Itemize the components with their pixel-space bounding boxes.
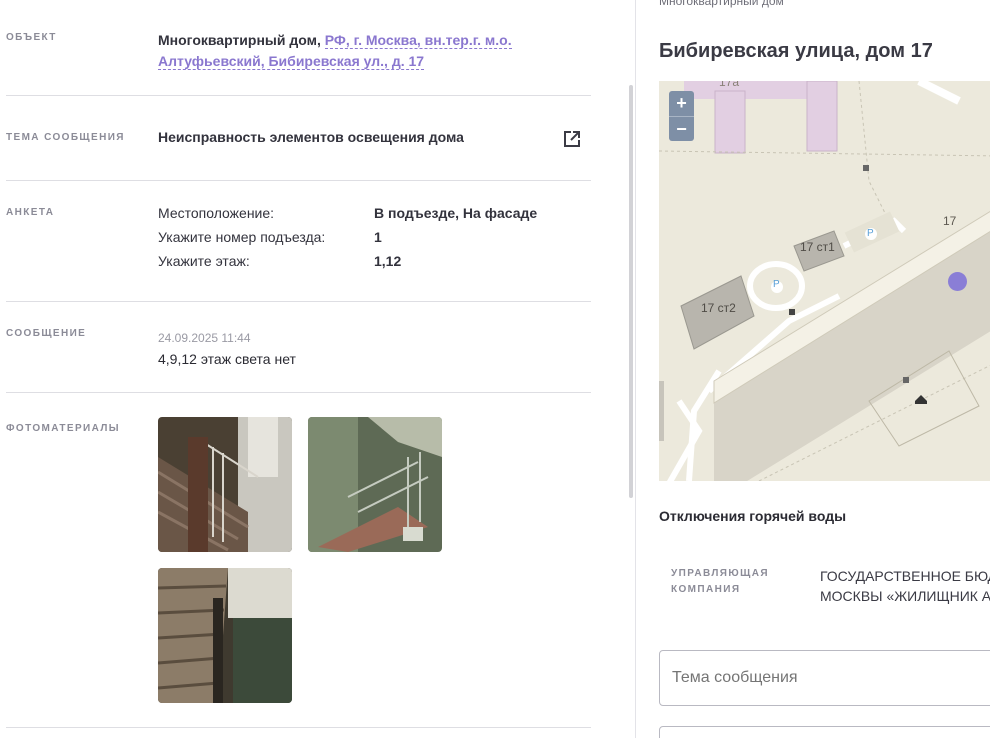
survey-value: В подъезде, На фасаде <box>374 205 538 221</box>
message-content: 24.09.2025 11:44 4,9,12 этаж света нет <box>158 328 296 370</box>
survey-value: 1,12 <box>374 253 402 269</box>
survey-row: Анкета Местоположение: В подъезде, На фа… <box>6 181 591 302</box>
appeal-details-panel: Объект Многоквартирный дом, РФ, г. Москв… <box>0 0 636 738</box>
location-marker-icon[interactable] <box>948 272 967 291</box>
message-input[interactable] <box>659 726 990 738</box>
topic-row: Тема сообщения Неисправность элементов о… <box>6 96 591 181</box>
object-address-link[interactable]: РФ, г. Москва, вн.тер.г. м.о. <box>324 32 512 49</box>
building-type: Многоквартирный дом <box>659 0 784 8</box>
parking-icon: P <box>773 279 780 290</box>
zoom-out-button[interactable]: − <box>669 116 694 141</box>
message-label: Сообщение <box>6 328 87 339</box>
scrollbar[interactable] <box>629 85 633 498</box>
survey-item: Укажите этаж: 1,12 <box>158 249 578 273</box>
app-root: Объект Многоквартирный дом, РФ, г. Москв… <box>0 0 990 738</box>
survey-list: Местоположение: В подъезде, На фасаде Ук… <box>158 201 578 281</box>
survey-key: Укажите этаж: <box>158 253 250 269</box>
building-panel: Многоквартирный дом Бибиревская улица, д… <box>637 0 990 738</box>
survey-item: Местоположение: В подъезде, На фасаде <box>158 201 578 225</box>
management-value-line1: ГОСУДАРСТВЕННОЕ БЮДЖ <box>820 568 990 584</box>
object-type: Многоквартирный дом, <box>158 32 321 48</box>
management-company-value: ГОСУДАРСТВЕННОЕ БЮДЖ МОСКВЫ «ЖИЛИЩНИК АЛ <box>820 566 990 606</box>
zoom-in-button[interactable]: + <box>669 91 694 116</box>
object-value: Многоквартирный дом, РФ, г. Москва, вн.т… <box>158 30 578 72</box>
map-label-17-st2: 17 ст2 <box>701 301 736 315</box>
management-label-line1: Управляющая <box>671 568 769 579</box>
message-row: Сообщение 24.09.2025 11:44 4,9,12 этаж с… <box>6 302 591 393</box>
management-company-label: Управляющая компания <box>671 566 769 598</box>
topic-input[interactable] <box>659 650 990 706</box>
object-label: Объект <box>6 32 57 43</box>
survey-label: Анкета <box>6 207 55 218</box>
object-address-link-line2[interactable]: Алтуфьевский, Бибиревская ул., д. 17 <box>158 53 425 70</box>
survey-key: Местоположение: <box>158 205 275 221</box>
topic-label: Тема сообщения <box>6 132 125 143</box>
object-row: Объект Многоквартирный дом, РФ, г. Москв… <box>6 0 591 96</box>
survey-item: Укажите номер подъезда: 1 <box>158 225 578 249</box>
message-date: 24.09.2025 11:44 <box>158 331 251 345</box>
survey-key: Укажите номер подъезда: <box>158 229 326 245</box>
management-label-line2: компания <box>671 584 741 595</box>
photos-label: Фотоматериалы <box>6 423 120 434</box>
map-zoom-control: + − <box>669 91 694 141</box>
building-title: Бибиревская улица, дом 17 <box>659 40 933 62</box>
photos-row: Фотоматериалы <box>6 393 591 728</box>
photo-thumbnail[interactable] <box>158 417 292 552</box>
hot-water-outages-heading: Отключения горячей воды <box>659 508 847 524</box>
topic-value: Неисправность элементов освещения дома <box>158 129 464 145</box>
map-label-17: 17 <box>943 214 957 228</box>
open-in-new-icon[interactable] <box>561 128 583 150</box>
survey-value: 1 <box>374 229 382 245</box>
map-label-17-st1: 17 ст1 <box>800 240 835 254</box>
map[interactable]: 17а 17 17 ст1 17 ст2 P P + − <box>659 81 990 481</box>
parking-icon: P <box>867 228 874 239</box>
photo-thumbnail[interactable] <box>158 568 292 703</box>
message-text: 4,9,12 этаж света нет <box>158 351 296 367</box>
photo-thumbnail[interactable] <box>308 417 442 552</box>
management-value-line2: МОСКВЫ «ЖИЛИЩНИК АЛ <box>820 588 990 604</box>
map-label-17a: 17а <box>719 81 740 89</box>
